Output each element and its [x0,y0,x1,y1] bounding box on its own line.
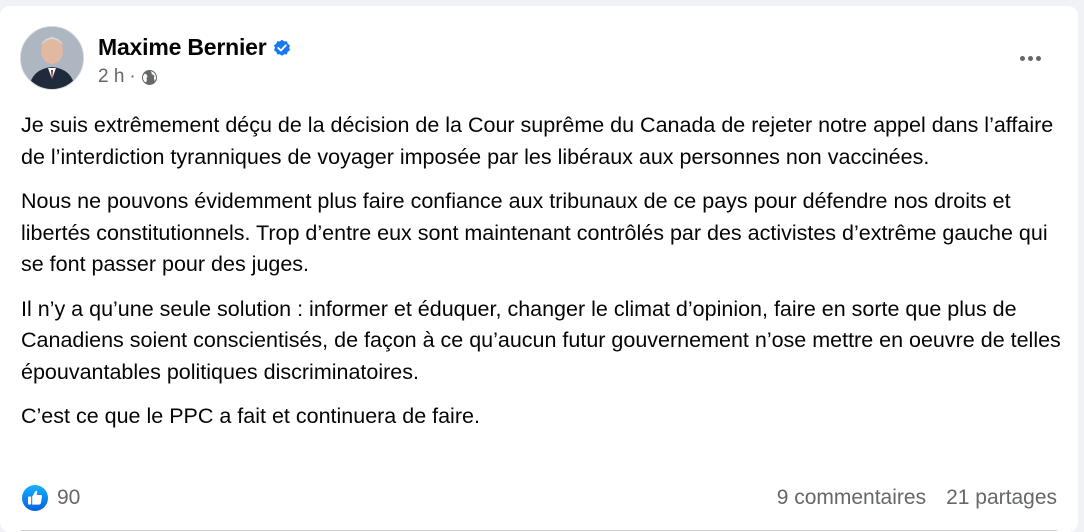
post-meta: 2 h · [98,66,158,88]
post-card: Maxime Bernier 2 h · Je suis extrêmement… [0,6,1078,532]
post-text: Je suis extrêmement déçu de la décision … [21,110,1061,446]
more-dots-icon [1027,55,1033,61]
post-paragraph: Je suis extrêmement déçu de la décision … [21,113,1054,169]
author-avatar[interactable] [20,26,84,90]
post-paragraph: Il n’y a qu’une seule solution : informe… [21,296,1061,384]
footer-divider [21,530,1057,531]
like-icon [21,484,49,512]
more-dots-icon [1035,55,1041,61]
post-footer: 90 9 commentaires 21 partages [21,478,1057,518]
verified-badge-icon [273,39,291,57]
author-name[interactable]: Maxime Bernier [98,34,267,61]
post-header: Maxime Bernier 2 h · [20,26,1060,96]
engagement-stats: 9 commentaires 21 partages [777,486,1057,510]
meta-separator: · [129,66,136,87]
reaction-count: 90 [57,486,81,509]
post-paragraph: C’est ce que le PPC a fait et continuera… [21,404,480,428]
author-line: Maxime Bernier [98,34,291,61]
post-paragraph: Nous ne pouvons évidemment plus faire co… [21,189,1048,276]
post-timestamp[interactable]: 2 h [98,66,124,88]
reactions-summary[interactable]: 90 [21,484,80,512]
shares-count-link[interactable]: 21 partages [946,486,1057,510]
globe-icon[interactable] [141,69,158,86]
more-dots-icon [1019,55,1025,61]
comments-count-link[interactable]: 9 commentaires [777,486,926,510]
more-options-button[interactable] [1012,40,1048,76]
